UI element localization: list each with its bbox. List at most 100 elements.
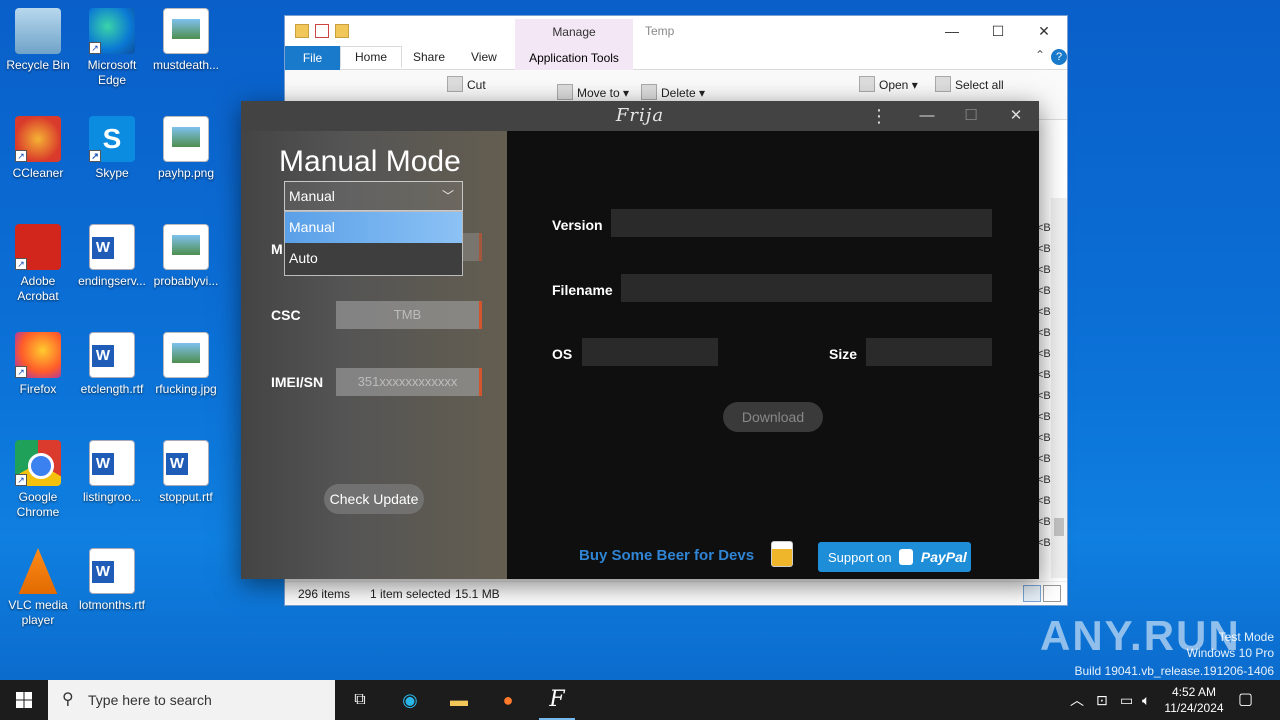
- frija-titlebar[interactable]: Frija ⋮ — ☐ ✕: [241, 101, 1039, 131]
- download-button[interactable]: Download: [723, 402, 823, 432]
- move-to-button[interactable]: Move to ▾: [557, 84, 629, 100]
- beer-mug-icon: [771, 541, 793, 567]
- imei-input[interactable]: 351xxxxxxxxxxxx: [336, 368, 482, 396]
- dropdown-option-manual[interactable]: Manual: [285, 212, 462, 243]
- notifications-icon[interactable]: ▢: [1238, 680, 1253, 720]
- scrollbar-thumb[interactable]: [1054, 518, 1064, 536]
- image-file-icon: [163, 116, 209, 162]
- desktop-icon-ccleaner[interactable]: ↗ CCleaner: [0, 116, 76, 181]
- ribbon-tabs: File Home Share View Application Tools ⌃…: [285, 46, 1067, 70]
- model-label: M: [271, 241, 283, 257]
- tab-application-tools[interactable]: Application Tools: [515, 46, 633, 70]
- firefox-taskbar-icon[interactable]: ●: [484, 680, 532, 720]
- taskbar-clock[interactable]: 4:52 AM 11/24/2024: [1160, 684, 1228, 716]
- edge-taskbar-icon[interactable]: ◉: [386, 680, 434, 720]
- taskbar-search[interactable]: ⚲ Type here to search: [48, 680, 335, 720]
- tab-file[interactable]: File: [285, 46, 340, 70]
- mode-title: Manual Mode: [279, 145, 461, 178]
- desktop-icon-rfucking[interactable]: rfucking.jpg: [148, 332, 224, 397]
- network-adapter-icon[interactable]: ⊡: [1096, 680, 1108, 720]
- desktop-icon-stopput[interactable]: stopput.rtf: [148, 440, 224, 505]
- version-label: Version: [552, 217, 603, 233]
- frija-window[interactable]: Frija ⋮ — ☐ ✕ Manual Mode Manual ﹀ Manua…: [241, 101, 1039, 579]
- desktop-icon-probablyvi[interactable]: probablyvi...: [148, 224, 224, 289]
- close-button[interactable]: ✕: [993, 101, 1039, 131]
- image-file-icon: [163, 8, 209, 54]
- os-label: OS: [552, 346, 573, 362]
- quick-access-toolbar[interactable]: [295, 24, 349, 38]
- selection-size: 15.1 MB: [455, 587, 500, 601]
- firefox-icon: ↗: [15, 332, 61, 378]
- desktop-icon-payhp[interactable]: payhp.png: [148, 116, 224, 181]
- desktop-icon-recycle-bin[interactable]: Recycle Bin: [0, 8, 76, 73]
- check-update-button[interactable]: Check Update: [324, 484, 424, 514]
- explorer-statusbar: 296 items 1 item selected 15.1 MB: [285, 581, 1067, 605]
- desktop-icon-skype[interactable]: S ↗ Skype: [74, 116, 150, 181]
- maximize-button[interactable]: ☐: [948, 101, 994, 131]
- word-file-icon: [89, 548, 135, 594]
- size-field[interactable]: [866, 338, 992, 366]
- chrome-icon: ↗: [15, 440, 61, 486]
- acrobat-icon: ↗: [15, 224, 61, 270]
- buy-beer-link[interactable]: Buy Some Beer for Devs: [579, 547, 754, 564]
- task-view-icon[interactable]: ⧉: [336, 680, 384, 720]
- dropdown-option-auto[interactable]: Auto: [285, 243, 462, 274]
- csc-input[interactable]: TMB: [336, 301, 482, 329]
- more-options-icon[interactable]: ⋮: [856, 101, 902, 131]
- close-button[interactable]: ✕: [1021, 16, 1067, 46]
- explorer-scrollbar[interactable]: [1051, 198, 1067, 578]
- desktop-icon-acrobat[interactable]: ↗ Adobe Acrobat: [0, 224, 76, 304]
- folder-icon[interactable]: [295, 24, 309, 38]
- minimize-button[interactable]: —: [904, 101, 950, 131]
- file-explorer-taskbar-icon[interactable]: ▬: [435, 680, 483, 720]
- desktop-icon-firefox[interactable]: ↗ Firefox: [0, 332, 76, 397]
- mode-select[interactable]: Manual ﹀: [284, 181, 463, 211]
- windows-edition-text: Windows 10 Pro: [1186, 646, 1274, 660]
- help-icon[interactable]: ?: [1051, 49, 1067, 65]
- desktop-icon-lotmonths[interactable]: lotmonths.rtf: [74, 548, 150, 613]
- maximize-button[interactable]: ☐: [975, 16, 1021, 46]
- desktop-icon-chrome[interactable]: ↗ Google Chrome: [0, 440, 76, 520]
- details-view-icon[interactable]: [1023, 585, 1041, 602]
- select-all-button[interactable]: Select all: [935, 76, 1004, 92]
- filename-field[interactable]: [621, 274, 992, 302]
- network-icon[interactable]: ▭: [1120, 680, 1133, 720]
- paypal-support-button[interactable]: Support on PayPal: [818, 542, 971, 572]
- word-file-icon: [89, 440, 135, 486]
- explorer-titlebar[interactable]: Manage Temp — ☐ ✕: [285, 16, 1067, 46]
- tab-share[interactable]: Share: [413, 50, 445, 64]
- desktop-icon-etclength[interactable]: etclength.rtf: [74, 332, 150, 397]
- cut-button[interactable]: Cut: [447, 76, 486, 92]
- explorer-title: Temp: [645, 24, 675, 38]
- properties-icon[interactable]: [315, 24, 329, 38]
- frija-taskbar-icon[interactable]: F: [533, 680, 581, 720]
- volume-icon[interactable]: 🔈︎: [1142, 680, 1150, 720]
- version-field[interactable]: [611, 209, 992, 237]
- desktop-icon-vlc[interactable]: VLC media player: [0, 548, 76, 628]
- paypal-logo-icon: [899, 549, 914, 565]
- vlc-icon: [18, 548, 58, 594]
- size-label: Size: [829, 346, 858, 362]
- desktop-icon-edge[interactable]: ↗ Microsoft Edge: [74, 8, 150, 88]
- large-icons-view-icon[interactable]: [1043, 585, 1061, 602]
- desktop-icon-listingroo[interactable]: listingroo...: [74, 440, 150, 505]
- collapse-ribbon-icon[interactable]: ⌃: [1035, 48, 1045, 62]
- tab-home[interactable]: Home: [340, 46, 403, 68]
- image-file-icon: [163, 224, 209, 270]
- show-hidden-icons[interactable]: ︿: [1070, 680, 1084, 720]
- new-folder-icon[interactable]: [335, 24, 349, 38]
- desktop-icon-endingserv[interactable]: endingserv...: [74, 224, 150, 289]
- test-mode-text: Test Mode: [1218, 630, 1274, 644]
- open-button[interactable]: Open ▾: [859, 76, 918, 92]
- minimize-button[interactable]: —: [929, 16, 975, 46]
- os-field[interactable]: [582, 338, 718, 366]
- desktop-icon-mustdeath[interactable]: mustdeath...: [148, 8, 224, 73]
- delete-button[interactable]: Delete ▾: [641, 84, 705, 100]
- ccleaner-icon: ↗: [15, 116, 61, 162]
- edge-icon: ↗: [89, 8, 135, 54]
- filename-label: Filename: [552, 282, 613, 298]
- skype-icon: S ↗: [89, 116, 135, 162]
- start-button[interactable]: [0, 680, 48, 720]
- tab-view[interactable]: View: [471, 50, 497, 64]
- manage-contextual-tab[interactable]: Manage: [515, 19, 633, 46]
